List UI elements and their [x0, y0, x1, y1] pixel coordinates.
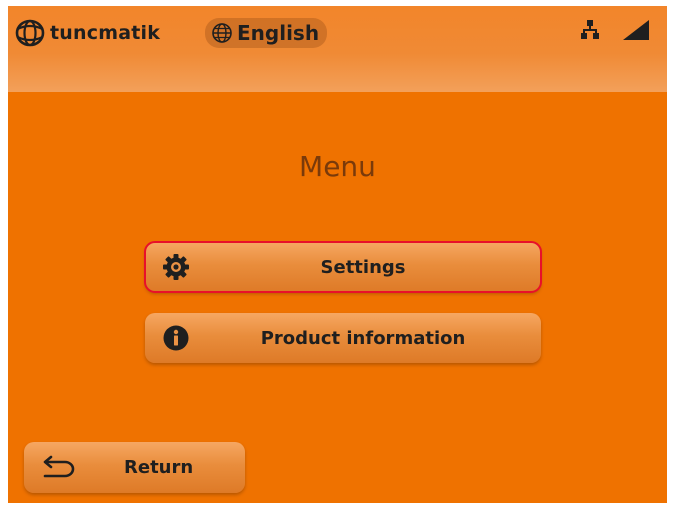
product-information-label: Product information: [260, 327, 466, 349]
return-button[interactable]: Return: [24, 442, 245, 493]
device-screen: tuncmatik English Menu Settings Product …: [8, 6, 667, 503]
status-indicators: [581, 20, 649, 40]
settings-button[interactable]: Settings: [144, 241, 542, 293]
return-arrow-icon: [43, 455, 75, 478]
brand-logo: tuncmatik: [14, 18, 160, 48]
language-label: English: [237, 21, 320, 45]
return-label: Return: [124, 457, 194, 478]
product-information-button[interactable]: Product information: [145, 313, 541, 363]
settings-label: Settings: [320, 256, 406, 278]
globe-logo-icon: [15, 19, 45, 47]
top-bar: tuncmatik English: [8, 6, 667, 92]
globe-icon: [212, 23, 232, 43]
signal-icon: [623, 20, 649, 40]
page-title: Menu: [299, 150, 376, 183]
brand-name: tuncmatik: [50, 22, 161, 44]
network-icon: [581, 20, 599, 39]
language-selector[interactable]: English: [205, 18, 328, 48]
